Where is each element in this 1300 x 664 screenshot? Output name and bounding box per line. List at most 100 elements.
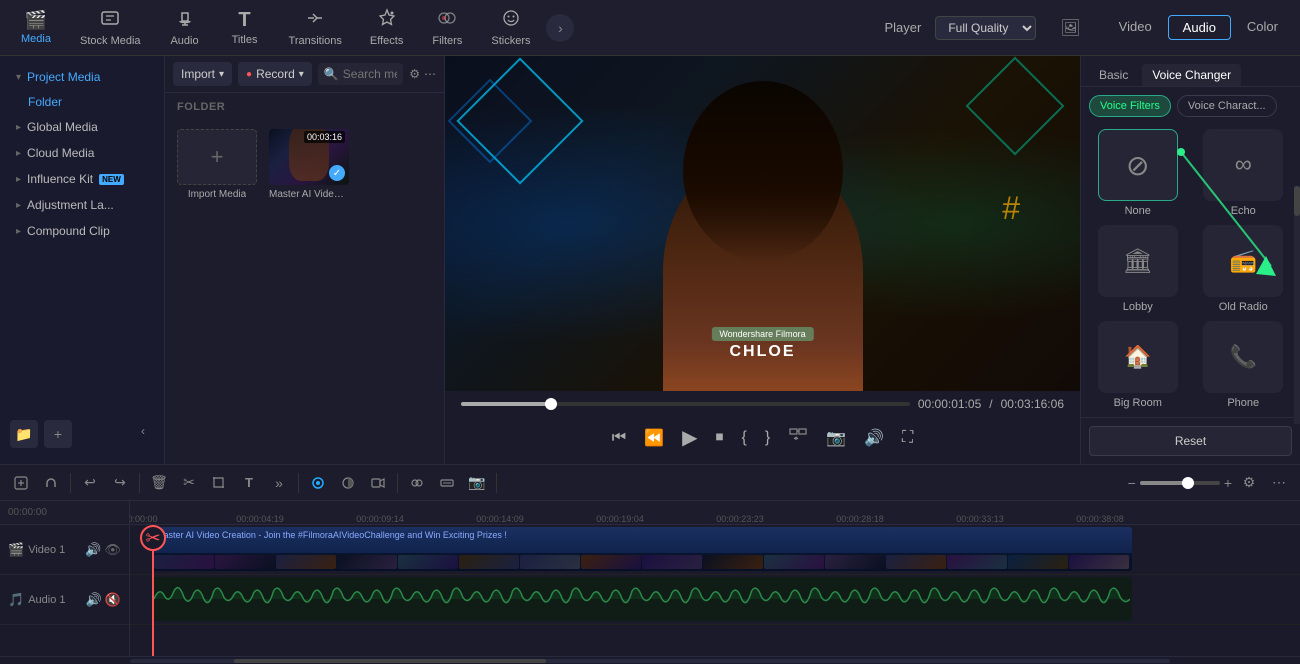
- nav-filters[interactable]: Filters: [419, 4, 475, 51]
- voice-filters-button[interactable]: Voice Filters: [1089, 95, 1171, 117]
- timeline-area: ↩ ↪ 🗑 ✂ T »: [0, 464, 1300, 664]
- rp-bottom: Reset: [1081, 417, 1300, 464]
- video-clip[interactable]: Master AI Video Creation - Join the #Fil…: [152, 527, 1132, 571]
- split-button[interactable]: [784, 423, 812, 452]
- play-button[interactable]: ▶: [678, 421, 701, 454]
- nav-more-button[interactable]: ›: [546, 14, 574, 42]
- add-button[interactable]: +: [44, 420, 72, 448]
- import-media-thumb[interactable]: +: [177, 129, 257, 185]
- tab-audio[interactable]: Audio: [1168, 15, 1231, 40]
- redo-button[interactable]: ↪: [107, 470, 133, 496]
- quality-select[interactable]: Full Quality Half Quality: [935, 16, 1036, 40]
- cut-button[interactable]: ✂: [176, 470, 202, 496]
- color-grade-button[interactable]: [335, 470, 361, 496]
- sidebar-item-influence-kit[interactable]: ▸ Influence Kit NEW: [0, 166, 164, 192]
- snapshot-button[interactable]: 📷: [822, 424, 850, 452]
- nav-media[interactable]: 🎬 Media: [8, 6, 64, 49]
- zoom-in-icon[interactable]: +: [1224, 475, 1232, 491]
- screenshots-icon[interactable]: 🖼: [1056, 14, 1084, 42]
- nav-stickers[interactable]: Stickers: [479, 4, 542, 51]
- voice-item-lobby[interactable]: 🏛 Lobby: [1089, 225, 1187, 313]
- media-icon: 🎬: [25, 10, 47, 31]
- voice-item-none[interactable]: ⊘ None: [1089, 129, 1187, 217]
- audio-settings-button[interactable]: 🔊: [860, 424, 888, 452]
- voice-thumb-old-radio[interactable]: 📻: [1203, 225, 1283, 297]
- record-button[interactable]: ● Record ▾: [238, 62, 312, 86]
- voice-item-echo[interactable]: ∞ Echo: [1195, 129, 1293, 217]
- rewind-button[interactable]: ⏮: [608, 425, 630, 451]
- sidebar-item-folder[interactable]: Folder: [0, 90, 164, 114]
- timeline-more-button[interactable]: ⋯: [1266, 470, 1292, 496]
- search-bar[interactable]: 🔍: [318, 63, 403, 85]
- nav-effects[interactable]: Effects: [358, 4, 415, 51]
- audio1-toggle[interactable]: 🔊: [86, 592, 102, 608]
- voice-label-big-room: Big Room: [1114, 397, 1162, 409]
- search-input[interactable]: [343, 67, 397, 81]
- audio1-label: Audio 1: [28, 594, 65, 606]
- stop-button[interactable]: ⏹: [711, 425, 727, 451]
- rp-scrollbar-thumb[interactable]: [1294, 186, 1300, 216]
- voice-item-big-room[interactable]: 🏠 Big Room: [1089, 321, 1187, 409]
- zoom-slider[interactable]: [1140, 481, 1220, 485]
- tab-color[interactable]: Color: [1233, 15, 1292, 40]
- video1-eye-toggle[interactable]: 👁: [104, 542, 121, 558]
- snapshot-clip-button[interactable]: 📷: [464, 470, 490, 496]
- voice-thumb-echo[interactable]: ∞: [1203, 129, 1283, 201]
- sidebar-item-global-media[interactable]: ▸ Global Media: [0, 114, 164, 140]
- import-media-item[interactable]: + Import Media: [177, 129, 257, 200]
- timeline-tool-select[interactable]: [8, 470, 34, 496]
- voice-item-phone[interactable]: 📞 Phone: [1195, 321, 1293, 409]
- rp-tab-voice-changer[interactable]: Voice Changer: [1142, 64, 1241, 86]
- delete-button[interactable]: 🗑: [146, 470, 172, 496]
- video1-cam-icon: 🎬: [8, 542, 24, 558]
- voice-character-button[interactable]: Voice Charact...: [1177, 95, 1277, 117]
- arrow-icon: ▾: [16, 72, 21, 83]
- nav-audio[interactable]: Audio: [157, 4, 213, 51]
- sidebar-item-adjustment[interactable]: ▸ Adjustment La...: [0, 192, 164, 218]
- ripple-edit-button[interactable]: [305, 470, 331, 496]
- voice-item-old-radio[interactable]: 📻 Old Radio: [1195, 225, 1293, 313]
- new-folder-button[interactable]: 📁: [10, 420, 38, 448]
- mark-in-button[interactable]: {: [738, 425, 751, 451]
- sidebar-item-project-media[interactable]: ▾ Project Media: [0, 64, 164, 90]
- audio-clip-button[interactable]: [365, 470, 391, 496]
- undo-button[interactable]: ↩: [77, 470, 103, 496]
- time-origin: 00:00:00: [8, 507, 47, 518]
- filter-icon[interactable]: ⚙: [409, 67, 420, 81]
- audio1-mute[interactable]: 🔇: [105, 592, 121, 608]
- tl-scrollbar-track[interactable]: [130, 659, 1170, 663]
- player-timeline-bar[interactable]: [461, 402, 910, 406]
- voice-thumb-none[interactable]: ⊘: [1098, 129, 1178, 201]
- nav-stock-media[interactable]: Stock Media: [68, 4, 153, 51]
- timeline-tool-magnet[interactable]: [38, 470, 64, 496]
- more-tools-button[interactable]: »: [266, 470, 292, 496]
- mark-out-button[interactable]: }: [761, 425, 774, 451]
- master-ai-media-item[interactable]: 00:03:16 ✓ Master AI Video Creati...: [269, 129, 349, 200]
- text-button[interactable]: T: [236, 470, 262, 496]
- collapse-sidebar-button[interactable]: ‹: [132, 420, 154, 442]
- voice-thumb-big-room[interactable]: 🏠: [1098, 321, 1178, 393]
- nav-titles[interactable]: T Titles: [217, 5, 273, 50]
- step-back-button[interactable]: ⏪: [640, 424, 668, 452]
- rp-tab-basic[interactable]: Basic: [1089, 64, 1138, 86]
- match-color-button[interactable]: [404, 470, 430, 496]
- import-button[interactable]: Import ▾: [173, 62, 232, 86]
- audio-clip[interactable]: [152, 577, 1132, 621]
- rp-scrollbar[interactable]: [1294, 186, 1300, 424]
- timeline-settings-button[interactable]: ⚙: [1236, 470, 1262, 496]
- more-icon[interactable]: ⋯: [424, 67, 436, 81]
- sidebar-item-cloud-media[interactable]: ▸ Cloud Media: [0, 140, 164, 166]
- voice-thumb-lobby[interactable]: 🏛: [1098, 225, 1178, 297]
- tab-video[interactable]: Video: [1105, 15, 1166, 40]
- reset-button[interactable]: Reset: [1089, 426, 1292, 456]
- voice-thumb-phone[interactable]: 📞: [1203, 321, 1283, 393]
- nav-transitions[interactable]: Transitions: [277, 4, 354, 51]
- subtitle-button[interactable]: [434, 470, 460, 496]
- tl-scrollbar-thumb[interactable]: [234, 659, 546, 663]
- crop-button[interactable]: [206, 470, 232, 496]
- sidebar-item-compound-clip[interactable]: ▸ Compound Clip: [0, 218, 164, 244]
- fullscreen-button[interactable]: ⛶: [898, 425, 917, 451]
- new-badge: NEW: [99, 174, 124, 185]
- video1-audio-toggle[interactable]: 🔊: [85, 542, 101, 558]
- zoom-out-icon[interactable]: −: [1128, 475, 1136, 491]
